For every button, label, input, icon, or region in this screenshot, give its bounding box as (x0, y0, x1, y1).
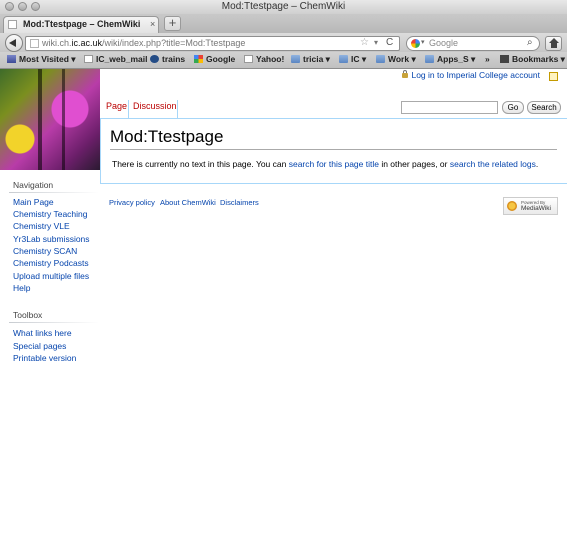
bookmarks-menu-button[interactable]: Bookmarks ▾ (500, 54, 565, 66)
login-link[interactable]: Log in to Imperial College account (402, 70, 540, 80)
bookmark-google[interactable]: Google (194, 54, 235, 66)
sidebar-item-chemistry-scan[interactable]: Chemistry SCAN (13, 246, 77, 256)
sidebar-item-help[interactable]: Help (13, 283, 30, 293)
back-button[interactable] (5, 34, 23, 52)
folder-icon (339, 55, 348, 63)
tab-close-icon[interactable]: × (150, 19, 155, 29)
sidebar-item-chemistry-teaching[interactable]: Chemistry Teaching (13, 209, 88, 219)
page-title: Mod:Ttestpage (110, 127, 224, 146)
tab-label: Mod:Ttestpage – ChemWiki (23, 19, 141, 29)
title-divider (110, 149, 557, 150)
tab-divider (177, 100, 178, 118)
reload-icon[interactable]: C (386, 37, 393, 48)
toolbox-divider (9, 322, 99, 323)
page-icon (84, 55, 93, 63)
navigation-divider (9, 192, 99, 193)
bookmarks-icon (500, 55, 509, 63)
sidebar-item-main-page[interactable]: Main Page (13, 197, 54, 207)
folder-icon (291, 55, 300, 63)
search-icon[interactable]: ⌕ (527, 37, 533, 48)
bookmark-folder-apps-s[interactable]: Apps_S ▾ (425, 54, 475, 66)
bookmarks-toolbar: Most Visited ▾ IC_web_mail trains Google… (0, 52, 567, 69)
toolbox-heading: Toolbox (13, 310, 43, 320)
search-bar[interactable]: ▾ Google ⌕ (406, 36, 540, 51)
history-dropdown-icon[interactable]: ▾ (374, 38, 378, 47)
disclaimers-link[interactable]: Disclaimers (220, 198, 259, 207)
folder-icon (376, 55, 385, 63)
mediawiki-icon (507, 201, 517, 211)
search-title-link[interactable]: search for this page title (289, 159, 379, 169)
page-icon (244, 55, 253, 63)
sidebar-item-chemistry-vle[interactable]: Chemistry VLE (13, 221, 70, 231)
bookmark-folder-ic[interactable]: IC ▾ (339, 54, 366, 66)
search-logs-link[interactable]: search the related logs (450, 159, 536, 169)
new-tab-button[interactable]: + (164, 16, 181, 31)
powered-by-mediawiki-badge[interactable]: Powered By MediaWiki (503, 197, 558, 215)
sidebar-item-special-pages[interactable]: Special pages (13, 341, 66, 351)
google-engine-icon[interactable] (411, 39, 420, 48)
tab-page[interactable]: Page (106, 101, 128, 111)
google-icon (194, 55, 203, 63)
about-link[interactable]: About ChemWiki (160, 198, 216, 207)
trains-icon (150, 55, 159, 63)
no-text-message: There is currently no text in this page.… (112, 159, 539, 169)
bookmark-ic-web-mail[interactable]: IC_web_mail (84, 54, 148, 66)
search-placeholder: Google (429, 38, 459, 48)
bookmark-trains[interactable]: trains (150, 54, 185, 66)
bookmark-most-visited[interactable]: Most Visited ▾ (7, 54, 76, 66)
lock-icon (402, 70, 409, 78)
browser-tab[interactable]: Mod:Ttestpage – ChemWiki × (3, 16, 159, 33)
sidebar-item-chemistry-podcasts[interactable]: Chemistry Podcasts (13, 258, 89, 268)
sidebar-item-what-links-here[interactable]: What links here (13, 328, 72, 338)
window-titlebar: Mod:Ttestpage – ChemWiki (0, 0, 567, 14)
home-button[interactable] (545, 36, 562, 51)
most-visited-icon (7, 55, 16, 63)
url-text[interactable]: wiki.ch.ic.ac.uk/wiki/index.php?title=Mo… (42, 38, 245, 48)
folder-icon (425, 55, 434, 63)
bookmark-folder-work[interactable]: Work ▾ (376, 54, 416, 66)
bookmarks-overflow-icon[interactable]: » (485, 54, 490, 66)
navigation-toolbar: wiki.ch.ic.ac.uk/wiki/index.php?title=Mo… (0, 33, 567, 52)
sidebar-item-upload-multiple-files[interactable]: Upload multiple files (13, 271, 89, 281)
wiki-logo[interactable] (0, 69, 100, 170)
bookmark-star-icon[interactable]: ☆ (360, 37, 369, 48)
sidebar-item-yr3lab-submissions[interactable]: Yr3Lab submissions (13, 234, 90, 244)
sidebar-item-printable-version[interactable]: Printable version (13, 353, 76, 363)
tab-strip: Mod:Ttestpage – ChemWiki × + (0, 14, 567, 34)
window-title: Mod:Ttestpage – ChemWiki (221, 1, 346, 12)
edit-note-icon[interactable] (549, 72, 558, 81)
tab-discussion[interactable]: Discussion (133, 101, 177, 111)
privacy-policy-link[interactable]: Privacy policy (109, 198, 155, 207)
wiki-search-input[interactable] (401, 101, 498, 114)
search-button[interactable]: Search (527, 101, 561, 114)
site-favicon-icon (30, 39, 39, 48)
bookmark-yahoo[interactable]: Yahoo! (244, 54, 284, 66)
navigation-heading: Navigation (13, 180, 54, 190)
address-bar[interactable]: wiki.ch.ic.ac.uk/wiki/index.php?title=Mo… (25, 36, 400, 51)
page-favicon-icon (8, 20, 17, 29)
engine-dropdown-icon[interactable]: ▾ (421, 38, 425, 46)
go-button[interactable]: Go (502, 101, 524, 114)
bookmark-folder-tricia[interactable]: tricia ▾ (291, 54, 330, 66)
tab-divider (128, 100, 129, 118)
